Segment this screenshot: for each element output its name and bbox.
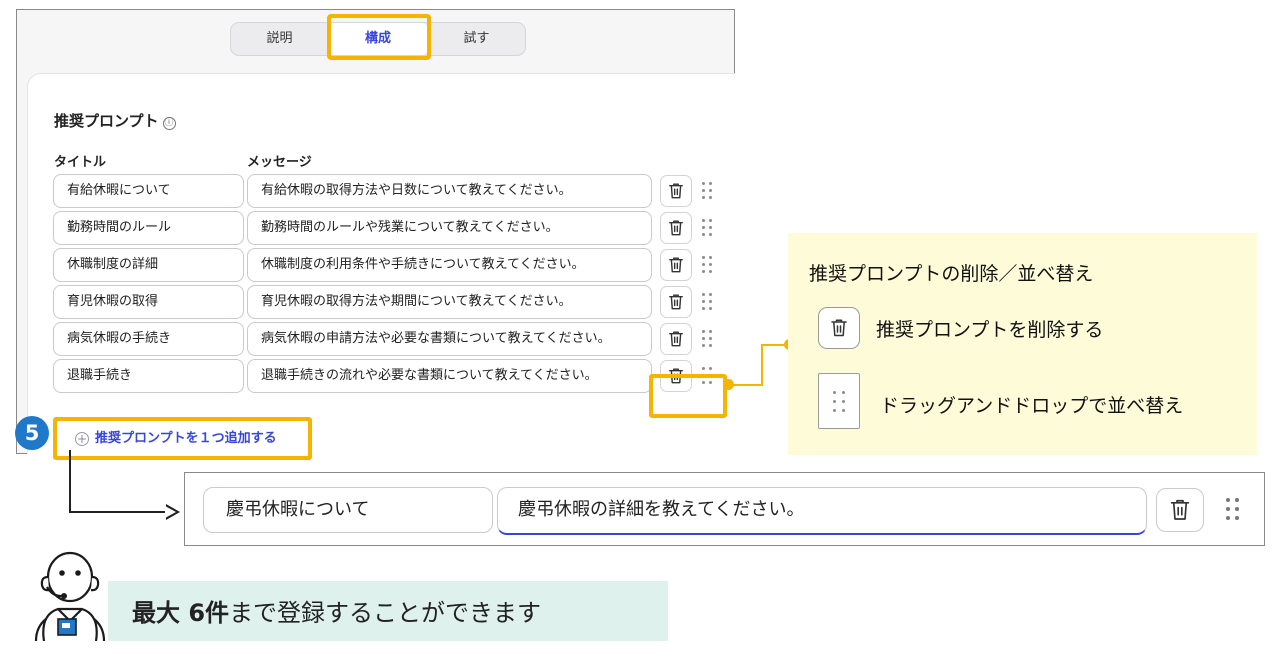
- agent-config-panel: 説明 構成 試す 推奨プロンプト ⓘ タイトル メッセージ 有給休暇について 有給休…: [16, 9, 735, 460]
- callout-box: 推奨プロンプトの削除／並べ替え 推奨プロンプトを削除する ドラッグアンドドロップ…: [788, 233, 1257, 455]
- connector-dot: [723, 379, 734, 390]
- prompt-message-input[interactable]: 退職手続きの流れや必要な書類について教えてください。: [247, 359, 652, 393]
- drag-handle-icon[interactable]: [700, 367, 714, 385]
- delete-prompt-button[interactable]: [660, 360, 692, 392]
- prompt-title-input[interactable]: 退職手続き: [53, 359, 244, 393]
- prompt-message-input[interactable]: 病気休暇の申請方法や必要な書類について教えてください。: [247, 322, 652, 356]
- add-prompt-link[interactable]: + 推奨プロンプトを１つ追加する: [75, 427, 277, 446]
- tab-bar: 説明 構成 試す: [230, 22, 526, 56]
- delete-prompt-button[interactable]: [660, 175, 692, 207]
- prompt-message-input[interactable]: 有給休暇の取得方法や日数について教えてください。: [247, 174, 652, 208]
- prompt-message-input[interactable]: 育児休暇の取得方法や期間について教えてください。: [247, 285, 652, 319]
- drag-handle-icon[interactable]: [700, 219, 714, 237]
- prompt-message-input[interactable]: 休職制度の利用条件や手続きについて教えてください。: [247, 248, 652, 282]
- example-title-input[interactable]: 慶弔休暇について: [203, 487, 493, 533]
- max-count-note-text: 最大 6件まで登録することができます: [132, 593, 541, 628]
- callout-title: 推奨プロンプトの削除／並べ替え: [809, 263, 1094, 285]
- drag-handle-icon[interactable]: [700, 256, 714, 274]
- connector-line: [761, 344, 763, 386]
- arrow-line: [69, 450, 71, 512]
- example-message-input[interactable]: 慶弔休暇の詳細を教えてください。: [497, 487, 1147, 535]
- delete-prompt-button[interactable]: [660, 323, 692, 355]
- support-agent-icon: [34, 551, 106, 642]
- max-count-note: 最大 6件まで登録することができます: [108, 581, 668, 641]
- callout-delete-label: 推奨プロンプトを削除する: [876, 319, 1104, 341]
- delete-prompt-button[interactable]: [660, 286, 692, 318]
- drag-handle-icon[interactable]: [1225, 498, 1241, 522]
- step-badge: 5: [15, 416, 49, 450]
- prompt-title-input[interactable]: 病気休暇の手続き: [53, 322, 244, 356]
- prompt-title-input[interactable]: 有給休暇について: [53, 174, 244, 208]
- delete-prompt-button[interactable]: [660, 212, 692, 244]
- tab-configure[interactable]: 構成: [328, 23, 428, 55]
- plus-circle-icon: +: [75, 432, 89, 446]
- add-prompt-link-text: 推奨プロンプトを１つ追加する: [95, 431, 277, 446]
- column-header-message: メッセージ: [247, 155, 312, 170]
- drag-handle-icon[interactable]: [700, 330, 714, 348]
- column-header-title: タイトル: [54, 155, 107, 170]
- prompt-title-input[interactable]: 勤務時間のルール: [53, 211, 244, 245]
- callout-reorder-label: ドラッグアンドドロップで並べ替え: [880, 395, 1184, 417]
- drag-handle-icon[interactable]: [700, 182, 714, 200]
- info-icon[interactable]: ⓘ: [162, 117, 176, 130]
- prompt-title-input[interactable]: 休職制度の詳細: [53, 248, 244, 282]
- section-title: 推奨プロンプト ⓘ: [54, 110, 176, 131]
- tab-description[interactable]: 説明: [231, 23, 328, 55]
- drag-handle-icon[interactable]: [700, 293, 714, 311]
- suggested-prompts-card: 推奨プロンプト ⓘ タイトル メッセージ 有給休暇について 有給休暇の取得方法や日数…: [27, 73, 735, 454]
- example-delete-button[interactable]: [1156, 488, 1204, 532]
- trash-icon: [818, 307, 860, 349]
- example-new-prompt-row: 慶弔休暇について 慶弔休暇の詳細を教えてください。: [184, 472, 1265, 546]
- tab-try[interactable]: 試す: [428, 23, 525, 55]
- max-count-rest: まで登録することができます: [229, 599, 542, 627]
- arrow-line: [69, 511, 172, 513]
- drag-handle-icon: [818, 373, 860, 429]
- prompt-title-input[interactable]: 育児休暇の取得: [53, 285, 244, 319]
- section-title-text: 推奨プロンプト: [54, 112, 159, 130]
- max-count-strong: 最大 6件: [132, 599, 230, 627]
- delete-prompt-button[interactable]: [660, 249, 692, 281]
- prompt-message-input[interactable]: 勤務時間のルールや残業について教えてください。: [247, 211, 652, 245]
- arrow-head: [165, 504, 180, 520]
- trash-icon: [1170, 499, 1190, 520]
